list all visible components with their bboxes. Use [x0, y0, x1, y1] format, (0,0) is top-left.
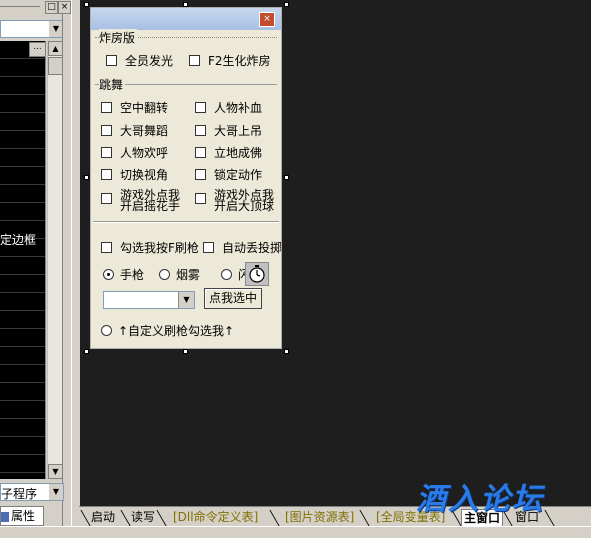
tab-dll-commands[interactable]: [Dll命令定义表] [171, 509, 260, 525]
checkbox-heal[interactable]: 人物补血 [195, 99, 262, 116]
property-name: 定边框 [0, 233, 37, 247]
scroll-down-icon[interactable]: ▼ [48, 464, 63, 479]
checkbox-switch-view[interactable]: 切换视角 [101, 166, 168, 183]
close-icon[interactable]: × [259, 12, 275, 27]
checkbox-f2-bomb[interactable]: F2生化炸房 [189, 52, 271, 69]
checkbox-all-glow[interactable]: 全员发光 [106, 52, 173, 69]
ellipsis-button[interactable]: ... [29, 42, 46, 57]
radio-pistol[interactable]: 手枪 [103, 266, 144, 283]
resize-handle[interactable] [284, 349, 289, 354]
resize-handle[interactable] [84, 349, 89, 354]
event-selector[interactable]: 子程序 ▼ [0, 483, 64, 501]
resize-handle[interactable] [284, 2, 289, 7]
checkbox-cheer[interactable]: 人物欢呼 [101, 144, 168, 161]
resize-handle[interactable] [284, 175, 289, 180]
checkbox-buddha[interactable]: 立地成佛 [195, 144, 262, 161]
tab-readwrite[interactable]: 读写 [129, 509, 157, 525]
tab-image-resources[interactable]: [图片资源表] [283, 509, 356, 525]
scroll-up-icon[interactable]: ▲ [48, 41, 63, 56]
resize-handle[interactable] [84, 2, 89, 7]
close-icon[interactable]: × [58, 1, 71, 14]
radio-flash[interactable]: 闪 [221, 266, 247, 283]
form-titlebar[interactable]: × [91, 8, 281, 30]
properties-panel: □ × ▼ 定边框 ... ▲ ▼ 子程序 ▼ 属性 [0, 0, 71, 537]
checkbox-flower-hand[interactable]: 游戏外点我 开启摇花手 [101, 189, 180, 213]
property-grid[interactable]: 定边框 [0, 41, 46, 479]
object-selector[interactable]: ▼ [0, 20, 64, 38]
design-form[interactable]: × 炸房版 全员发光 F2生化炸房 跳舞 空中翻转 人物补血 大哥舞蹈 大哥上吊… [90, 7, 282, 349]
checkbox-air-flip[interactable]: 空中翻转 [101, 99, 168, 116]
property-scrollbar[interactable]: ▲ ▼ [47, 41, 63, 479]
properties-titlebar: □ × [0, 0, 71, 14]
panel-splitter[interactable] [62, 14, 71, 537]
chevron-down-icon[interactable]: ▼ [49, 21, 63, 37]
radio-smoke[interactable]: 烟雾 [159, 266, 200, 283]
checkbox-top-ball[interactable]: 游戏外点我 开启大顶球 [195, 189, 274, 213]
resize-handle[interactable] [183, 349, 188, 354]
checkbox-f-refresh[interactable]: 勾选我按F刷枪 [101, 239, 199, 256]
resize-handle[interactable] [84, 175, 89, 180]
group-title: 炸房版 [99, 29, 138, 46]
properties-icon [1, 511, 9, 522]
splitter[interactable] [71, 0, 80, 537]
chevron-down-icon[interactable]: ▼ [178, 292, 194, 308]
checkbox-auto-throw[interactable]: 自动丢投掷 [203, 239, 281, 256]
group-title: 跳舞 [99, 76, 126, 93]
checkbox-boss-hang[interactable]: 大哥上吊 [195, 122, 262, 139]
tab-startup[interactable]: 启动 [89, 509, 117, 525]
checkbox-lock-action[interactable]: 锁定动作 [195, 166, 262, 183]
restore-button[interactable]: □ [45, 1, 58, 14]
scroll-thumb[interactable] [48, 57, 63, 75]
pick-button[interactable]: 点我选中 [204, 288, 262, 309]
checkbox-boss-dance[interactable]: 大哥舞蹈 [101, 122, 168, 139]
separator [93, 221, 279, 223]
weapon-dropdown[interactable]: ▼ [103, 291, 195, 309]
status-bar [0, 526, 591, 538]
watermark-logo: 酒入论坛 [416, 482, 544, 517]
chevron-down-icon[interactable]: ▼ [49, 484, 63, 500]
tab-properties[interactable]: 属性 [0, 506, 44, 526]
radio-custom-refresh[interactable]: ↑自定义刷枪勾选我↑ [101, 322, 234, 339]
timer-icon[interactable] [245, 262, 269, 286]
